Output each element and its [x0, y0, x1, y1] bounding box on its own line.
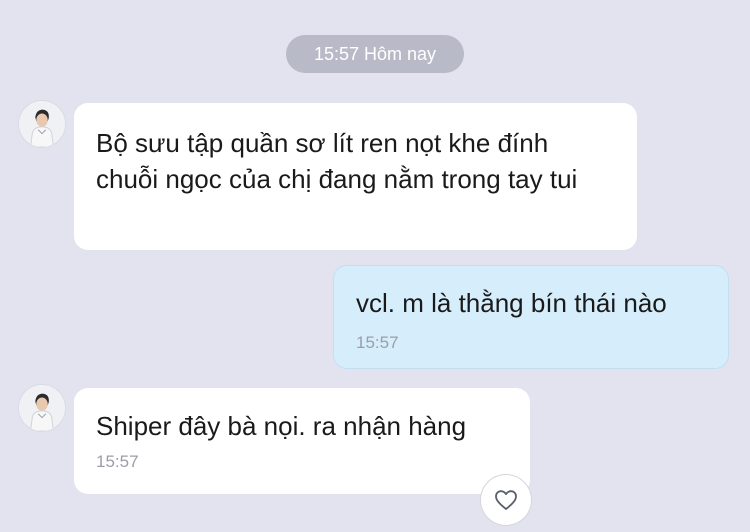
message-bubble-incoming[interactable]: Bộ sưu tập quần sơ lít ren nọt khe đính …: [74, 103, 637, 250]
message-time: 15:57: [356, 333, 399, 352]
message-time: 15:57: [96, 452, 139, 471]
message-bubble-incoming[interactable]: Shiper đây bà nọi. ra nhận hàng 15:57: [74, 388, 530, 494]
message-text: Shiper đây bà nọi. ra nhận hàng: [96, 411, 467, 441]
avatar-icon: [19, 101, 65, 147]
avatar[interactable]: [18, 100, 66, 148]
avatar-icon: [19, 385, 65, 431]
message-text: Bộ sưu tập quần sơ lít ren nọt khe đính …: [96, 128, 578, 194]
reaction-button[interactable]: [480, 474, 532, 526]
message-text: vcl. m là thằng bín thái nào: [356, 288, 667, 318]
avatar[interactable]: [18, 384, 66, 432]
message-bubble-outgoing[interactable]: vcl. m là thằng bín thái nào 15:57: [333, 265, 729, 369]
heart-icon: [495, 490, 517, 510]
date-separator: 15:57 Hôm nay: [286, 35, 464, 73]
